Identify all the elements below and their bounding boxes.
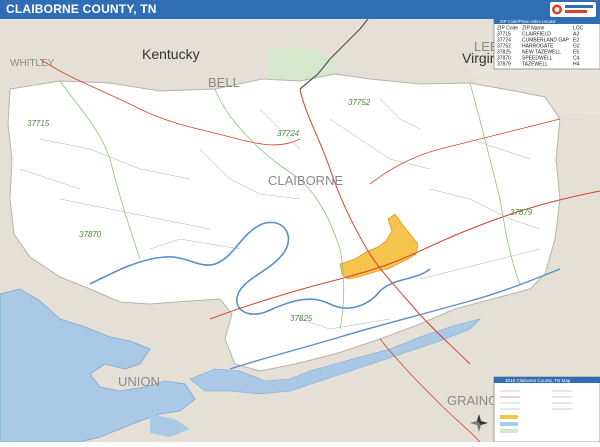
zip-label-37825: 37825: [290, 314, 313, 323]
label-whitley: WHITLEY: [10, 58, 55, 69]
zip-label-37724: 37724: [277, 129, 300, 138]
zip-index-table: ZIP Code/Place Index Locator ZIP Code ZI…: [493, 18, 600, 70]
title-bar: CLAIBORNE COUNTY, TN: [0, 0, 600, 20]
zip-table-title: ZIP Code/Place Index Locator: [500, 19, 556, 24]
label-bell: BELL: [208, 75, 240, 90]
label-claiborne: CLAIBORNE: [268, 173, 343, 188]
label-kentucky: Kentucky: [142, 46, 200, 62]
map-page: CLAIBORNE COUNTY, TN Kentucky Virgin WHI…: [0, 0, 600, 443]
county-map[interactable]: Kentucky Virgin WHITLEY BELL LEE CLAIBOR…: [0, 18, 600, 443]
zip-label-37870: 37870: [79, 230, 102, 239]
zip-label-37752: 37752: [348, 98, 371, 107]
map-legend: 2016 Claiborne County, TN Map: [493, 376, 600, 443]
label-union: UNION: [118, 374, 160, 389]
map-title: CLAIBORNE COUNTY, TN: [6, 2, 157, 16]
zip-label-37715: 37715: [27, 119, 50, 128]
zip-table-cell: H4: [573, 62, 580, 68]
label-grainger: GRAING: [447, 393, 498, 408]
zip-table-cell: TAZEWELL: [522, 62, 548, 68]
zip-table-cell: 37879: [497, 62, 511, 68]
market-maps-logo-icon: [550, 2, 596, 17]
legend-title: 2016 Claiborne County, TN Map: [505, 378, 571, 383]
zip-label-37879: 37879: [510, 208, 533, 217]
